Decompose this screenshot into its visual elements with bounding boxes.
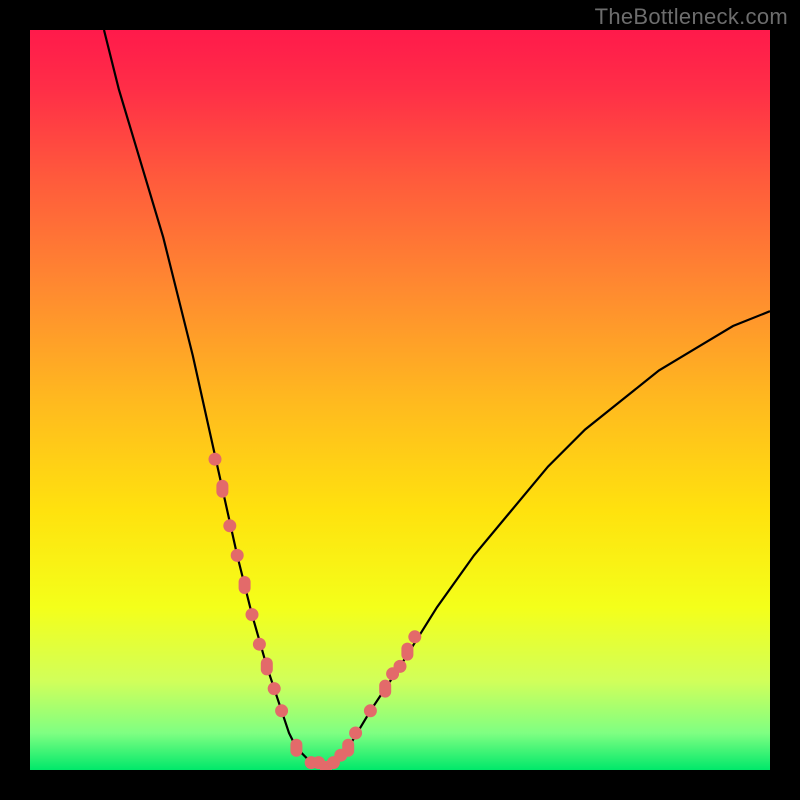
data-point — [342, 739, 354, 757]
data-point — [231, 549, 244, 562]
data-point — [268, 682, 281, 695]
data-point — [261, 657, 273, 675]
data-point — [216, 480, 228, 498]
data-point — [246, 608, 259, 621]
data-point — [408, 630, 421, 643]
watermark-text: TheBottleneck.com — [595, 4, 788, 30]
data-point — [401, 643, 413, 661]
curve-layer — [30, 30, 770, 770]
data-point — [349, 727, 362, 740]
data-point — [364, 704, 377, 717]
data-point — [379, 680, 391, 698]
data-point — [290, 739, 302, 757]
data-point — [253, 638, 266, 651]
chart-frame: TheBottleneck.com — [0, 0, 800, 800]
data-point — [275, 704, 288, 717]
data-point — [223, 519, 236, 532]
data-point — [209, 453, 222, 466]
data-point — [394, 660, 407, 673]
bottleneck-curve — [104, 30, 770, 770]
plot-area — [30, 30, 770, 770]
data-point-group — [209, 453, 422, 770]
data-point — [239, 576, 251, 594]
